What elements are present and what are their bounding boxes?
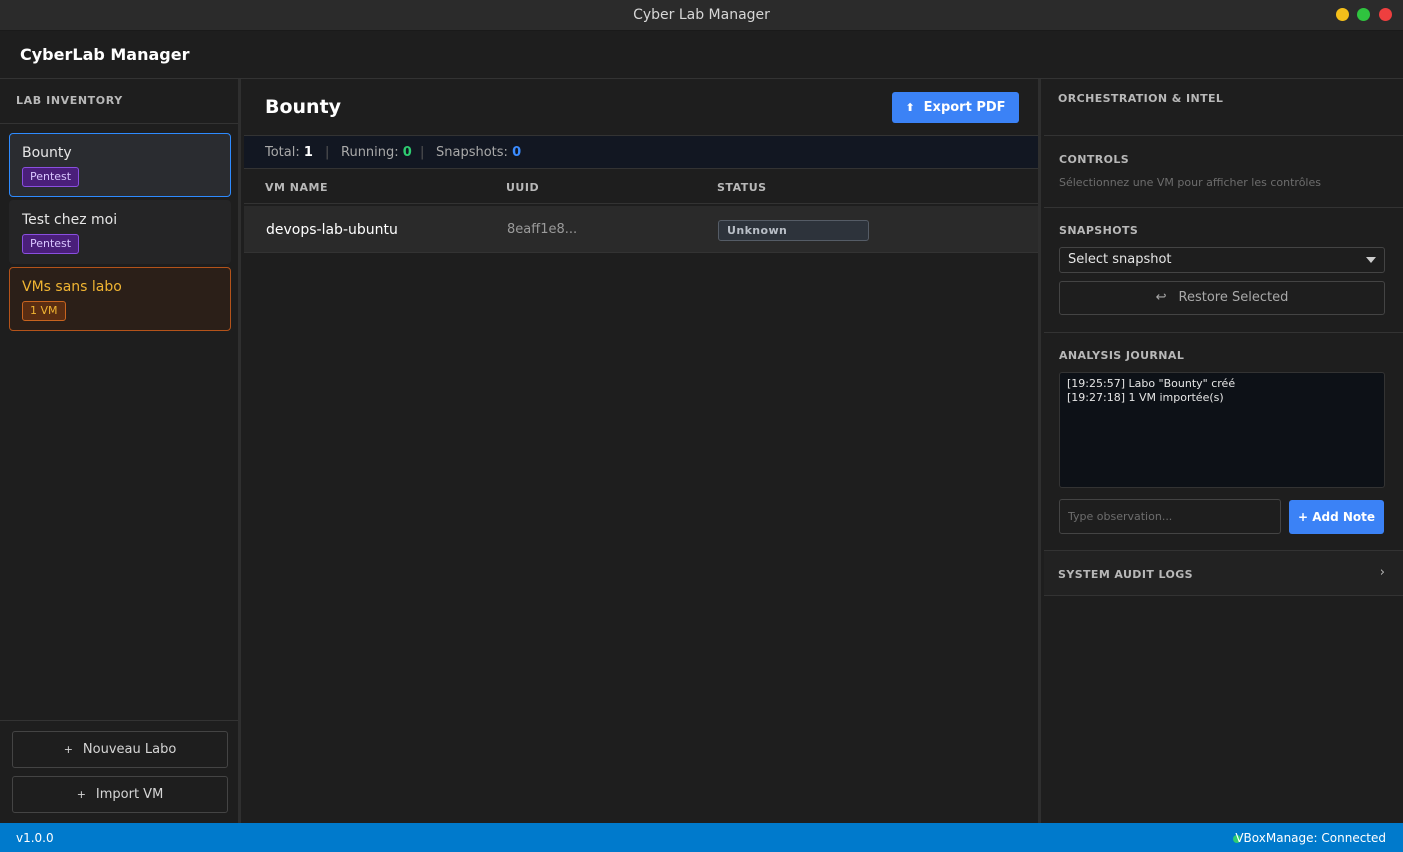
lab-item-vms-sans-labo[interactable]: VMs sans labo 1 VM	[9, 267, 231, 331]
sidebar-divider	[0, 123, 238, 124]
analysis-journal-log[interactable]: [19:25:57] Labo "Bounty" créé [19:27:18]…	[1059, 372, 1385, 488]
vm-uuid-cell: 8eaff1e8...	[507, 222, 578, 237]
lab-item-test-chez-moi[interactable]: Test chez moi Pentest	[9, 200, 231, 264]
stat-running: Running: 0	[341, 145, 412, 160]
vm-count-badge: 1 VM	[22, 301, 66, 321]
window-title: Cyber Lab Manager	[633, 7, 770, 23]
controls-title: CONTROLS	[1059, 153, 1130, 166]
export-pdf-button[interactable]: ⬆ Export PDF	[892, 92, 1019, 123]
restore-selected-button[interactable]: ↩ Restore Selected	[1059, 281, 1385, 315]
lab-item-bounty[interactable]: Bounty Pentest	[9, 133, 231, 197]
window-titlebar: Cyber Lab Manager	[0, 0, 1403, 31]
stat-separator: |	[325, 145, 330, 160]
export-pdf-label: Export PDF	[923, 100, 1006, 115]
lab-item-name: Test chez moi	[22, 212, 118, 228]
vm-name-cell: devops-lab-ubuntu	[266, 222, 398, 238]
column-header-uuid: UUID	[506, 181, 540, 194]
import-vm-label: Import VM	[95, 787, 164, 802]
add-note-button[interactable]: + Add Note	[1289, 500, 1384, 534]
stat-separator: |	[420, 145, 425, 160]
lab-item-name: VMs sans labo	[22, 279, 122, 295]
new-lab-label: Nouveau Labo	[82, 742, 177, 757]
controls-hint: Sélectionnez une VM pour afficher les co…	[1059, 176, 1321, 189]
stat-total: Total: 1	[265, 145, 313, 160]
lab-inventory-title: LAB INVENTORY	[16, 94, 123, 107]
stats-bar: Total: 1 | Running: 0 | Snapshots: 0	[244, 135, 1038, 169]
panel-divider	[1044, 135, 1403, 136]
orchestration-panel: ORCHESTRATION & INTEL CONTROLS Sélection…	[1044, 79, 1403, 823]
plus-icon: +	[76, 788, 86, 801]
vm-table-header: VM NAME UUID STATUS	[244, 170, 1038, 204]
chevron-right-icon: ›	[1379, 565, 1385, 580]
new-lab-button[interactable]: + Nouveau Labo	[12, 731, 228, 768]
status-bar: v1.0.0 VBoxManage: Connected	[0, 823, 1403, 852]
app-title: CyberLab Manager	[20, 45, 190, 64]
orchestration-title: ORCHESTRATION & INTEL	[1058, 92, 1224, 105]
observation-input[interactable]	[1059, 499, 1281, 534]
panel-divider	[1044, 332, 1403, 333]
sidebar-bottom-divider	[0, 720, 238, 721]
chevron-down-icon	[1366, 257, 1376, 263]
status-badge: Unknown	[718, 220, 869, 241]
minimize-button[interactable]	[1336, 8, 1349, 21]
journal-line: [19:27:18] 1 VM importée(s)	[1067, 391, 1224, 404]
analysis-journal-title: ANALYSIS JOURNAL	[1059, 349, 1185, 362]
snapshots-title: SNAPSHOTS	[1059, 224, 1139, 237]
column-header-vm-name: VM NAME	[265, 181, 328, 194]
system-audit-logs-toggle[interactable]: SYSTEM AUDIT LOGS ›	[1044, 550, 1403, 596]
snapshot-select[interactable]: Select snapshot	[1059, 247, 1385, 273]
close-window-button[interactable]	[1379, 8, 1392, 21]
stat-snapshots: Snapshots: 0	[436, 145, 522, 160]
restore-selected-label: Restore Selected	[1178, 290, 1289, 305]
lab-item-name: Bounty	[22, 145, 72, 161]
panel-divider	[1044, 207, 1403, 208]
undo-icon: ↩	[1155, 290, 1167, 305]
import-vm-button[interactable]: + Import VM	[12, 776, 228, 813]
lab-tag-badge: Pentest	[22, 167, 80, 187]
plus-icon: +	[63, 743, 73, 756]
journal-line: [19:25:57] Labo "Bounty" créé	[1067, 377, 1236, 390]
snapshot-select-value: Select snapshot	[1068, 252, 1172, 267]
lab-sidebar: LAB INVENTORY Bounty Pentest Test chez m…	[0, 79, 241, 823]
maximize-button[interactable]	[1357, 8, 1370, 21]
app-header: CyberLab Manager	[0, 31, 1403, 79]
main-panel: Bounty ⬆ Export PDF Total: 1 | Running: 0…	[244, 79, 1041, 823]
app-version: v1.0.0	[16, 831, 54, 845]
lab-tag-badge: Pentest	[22, 234, 80, 254]
column-header-status: STATUS	[717, 181, 767, 194]
connection-status: VBoxManage: Connected	[1235, 831, 1386, 845]
table-row[interactable]: devops-lab-ubuntu 8eaff1e8... Unknown	[244, 206, 1038, 253]
system-audit-logs-title: SYSTEM AUDIT LOGS	[1058, 568, 1193, 581]
lab-title: Bounty	[265, 96, 342, 118]
upload-icon: ⬆	[905, 101, 915, 114]
